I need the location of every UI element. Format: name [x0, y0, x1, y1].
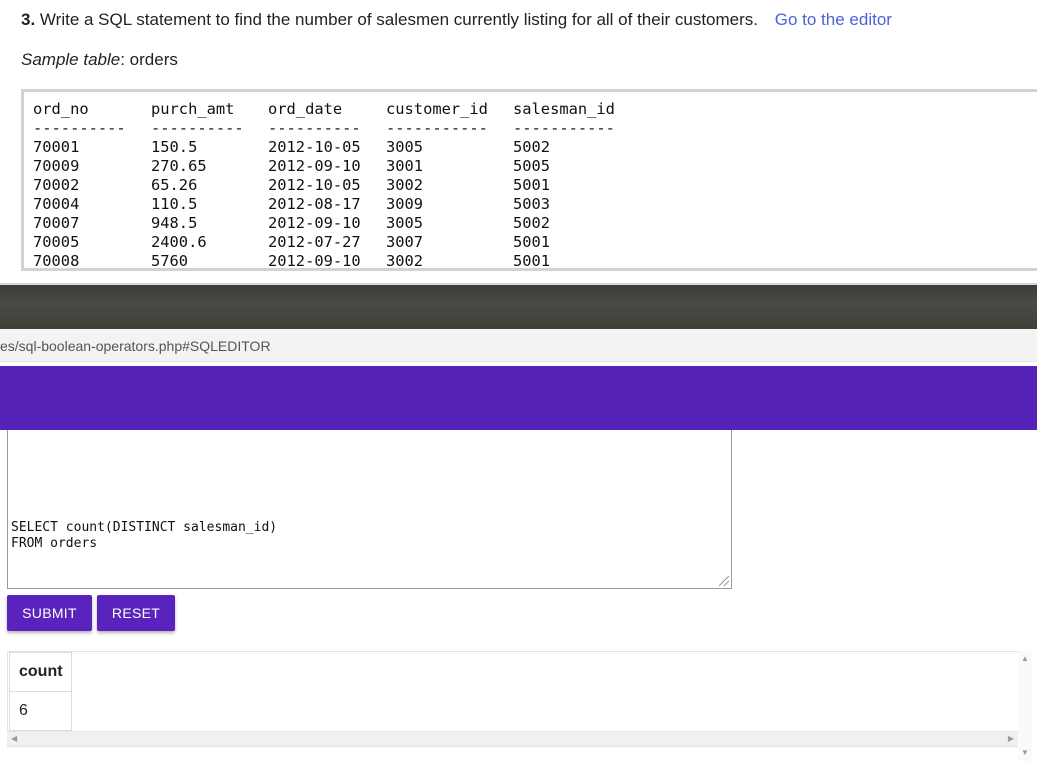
table-row: 70002 65.26 2012-10-05 3002 5001 [33, 176, 1037, 195]
site-header-bar [0, 366, 1037, 430]
orders-table-box: ord_no purch_amt ord_date customer_id salesm… [21, 89, 1037, 271]
cell-customer-id: 3001 [386, 157, 424, 175]
address-bar[interactable]: es/sql-boolean-operators.php#SQLEDITOR [0, 329, 1037, 362]
table-row: 70005 2400.6 2012-07-27 3007 5001 [33, 233, 1037, 252]
table-row: 70009 270.65 2012-09-10 3001 5005 [33, 157, 1037, 176]
scroll-right-icon[interactable]: ▶ [1008, 735, 1014, 743]
submit-button[interactable]: SUBMIT [7, 595, 92, 631]
result-header-row: count [9, 652, 72, 692]
cell-customer-id: 3005 [386, 214, 424, 232]
table-row: 70008 5760 2012-09-10 3002 5001 [33, 252, 1037, 270]
sample-table-caption: Sample table: orders [21, 50, 178, 70]
cell-ord-no: 70007 [33, 214, 80, 232]
orders-separator-row: ---------- ---------- ---------- ----------… [33, 119, 1037, 138]
cell-salesman-id: 5001 [513, 176, 551, 194]
cell-ord-no: 70005 [33, 233, 80, 251]
cell-salesman-id: 5001 [513, 233, 551, 251]
cell-ord-date: 2012-09-10 [268, 252, 361, 270]
url-text[interactable]: es/sql-boolean-operators.php#SQLEDITOR [0, 338, 271, 354]
exercise-question: 3. Write a SQL statement to find the num… [21, 10, 892, 30]
cell-purch-amt: 5760 [151, 252, 189, 270]
cell-ord-no: 70001 [33, 138, 80, 156]
separator: ---------- [268, 119, 361, 137]
cell-ord-date: 2012-10-05 [268, 176, 361, 194]
cell-ord-date: 2012-10-05 [268, 138, 361, 156]
header-ord-no: ord_no [33, 100, 89, 118]
table-row: 70004 110.5 2012-08-17 3009 5003 [33, 195, 1037, 214]
scroll-left-icon[interactable]: ◀ [11, 735, 17, 743]
cell-ord-date: 2012-09-10 [268, 214, 361, 232]
separator: ---------- [151, 119, 244, 137]
header-salesman-id: salesman_id [513, 100, 615, 118]
orders-header-row: ord_no purch_amt ord_date customer_id salesm… [33, 100, 1037, 119]
cell-purch-amt: 65.26 [151, 176, 198, 194]
scroll-down-icon[interactable]: ▼ [1021, 749, 1029, 757]
cell-salesman-id: 5001 [513, 252, 551, 270]
cell-customer-id: 3009 [386, 195, 424, 213]
code-line: FROM orders [11, 536, 98, 551]
cell-purch-amt: 2400.6 [151, 233, 207, 251]
header-ord-date: ord_date [268, 100, 343, 118]
scroll-up-icon[interactable]: ▲ [1021, 655, 1029, 663]
sample-table-name: : orders [120, 50, 178, 69]
cell-salesman-id: 5002 [513, 214, 551, 232]
cell-ord-no: 70004 [33, 195, 80, 213]
cell-purch-amt: 948.5 [151, 214, 198, 232]
horizontal-scrollbar[interactable]: ◀ ▶ [7, 731, 1018, 746]
window-titlebar [0, 283, 1037, 331]
cell-purch-amt: 150.5 [151, 138, 198, 156]
cell-customer-id: 3005 [386, 138, 424, 156]
separator: ----------- [386, 119, 488, 137]
code-line: SELECT count(DISTINCT salesman_id) [11, 520, 278, 535]
cell-salesman-id: 5002 [513, 138, 551, 156]
reset-button[interactable]: RESET [97, 595, 175, 631]
cell-ord-no: 70008 [33, 252, 80, 270]
cell-purch-amt: 110.5 [151, 195, 198, 213]
orders-table: ord_no purch_amt ord_date customer_id salesm… [24, 92, 1037, 270]
header-customer-id: customer_id [386, 100, 488, 118]
go-to-editor-link[interactable]: Go to the editor [775, 10, 892, 29]
separator: ---------- [33, 119, 126, 137]
table-row: 70001 150.5 2012-10-05 3005 5002 [33, 138, 1037, 157]
result-header-count: count [9, 652, 72, 692]
sql-editor[interactable]: SELECT count(DISTINCT salesman_id) FROM … [7, 430, 732, 589]
cell-ord-date: 2012-09-10 [268, 157, 361, 175]
cell-ord-no: 70009 [33, 157, 80, 175]
header-purch-amt: purch_amt [151, 100, 235, 118]
cell-ord-date: 2012-08-17 [268, 195, 361, 213]
cell-ord-date: 2012-07-27 [268, 233, 361, 251]
cell-purch-amt: 270.65 [151, 157, 207, 175]
cell-ord-no: 70002 [33, 176, 80, 194]
sql-code[interactable]: SELECT count(DISTINCT salesman_id) FROM … [11, 520, 277, 552]
cell-customer-id: 3007 [386, 233, 424, 251]
cell-customer-id: 3002 [386, 176, 424, 194]
cell-customer-id: 3002 [386, 252, 424, 270]
vertical-scrollbar[interactable]: ▲ ▼ [1018, 651, 1032, 761]
sample-table-label: Sample table [21, 50, 121, 69]
resize-handle-icon[interactable] [719, 576, 729, 586]
result-cell-count: 6 [9, 691, 72, 731]
table-row: 70007 948.5 2012-09-10 3005 5002 [33, 214, 1037, 233]
separator: ----------- [513, 119, 615, 137]
cell-salesman-id: 5005 [513, 157, 551, 175]
table-row: 6 [9, 691, 72, 731]
cell-salesman-id: 5003 [513, 195, 551, 213]
result-table: count 6 [9, 652, 72, 731]
question-text: Write a SQL statement to find the number… [39, 10, 759, 29]
exercise-number: 3. [21, 10, 36, 29]
